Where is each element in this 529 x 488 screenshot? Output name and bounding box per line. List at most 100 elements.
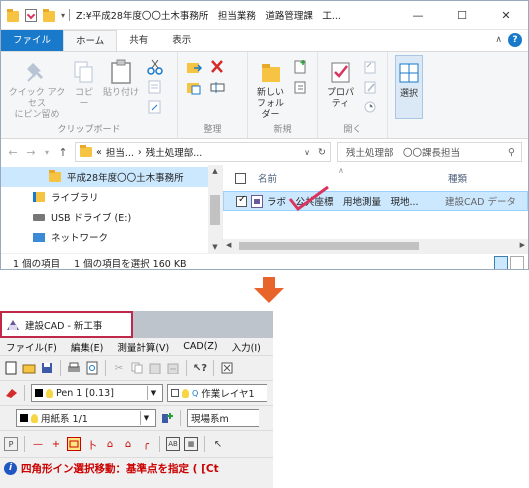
- close-button[interactable]: ✕: [484, 1, 528, 30]
- tab-share[interactable]: 共有: [117, 30, 160, 51]
- menu-file[interactable]: ファイル(F): [6, 340, 57, 354]
- nav-item-network[interactable]: ネットワーク: [1, 227, 222, 247]
- up-arrow-icon[interactable]: ↑: [57, 146, 69, 159]
- nav-scrollbar[interactable]: ▲ ▼: [208, 165, 222, 253]
- menu-input[interactable]: 入力(I): [232, 340, 261, 354]
- menu-edit[interactable]: 編集(E): [71, 340, 103, 354]
- cut-icon[interactable]: ✂: [112, 361, 126, 375]
- coord-select[interactable]: 現場系m: [187, 409, 259, 427]
- close-drawing-icon[interactable]: [220, 361, 234, 375]
- paper-dropdown-icon[interactable]: ▼: [140, 411, 152, 425]
- nav-item-usb[interactable]: USB ドライブ (E:): [1, 207, 222, 227]
- menu-survey[interactable]: 測量計算(V): [117, 340, 169, 354]
- open-folder-icon[interactable]: [22, 361, 36, 375]
- layer-select[interactable]: Q 作業レイヤ1: [167, 384, 267, 402]
- hscroll-left-icon[interactable]: ◀: [226, 241, 231, 249]
- recent-dropdown-icon[interactable]: ▾: [43, 148, 51, 157]
- shape-icon[interactable]: ⌂: [103, 437, 117, 451]
- new-document-icon[interactable]: [4, 361, 18, 375]
- maximize-button[interactable]: ☐: [440, 1, 484, 30]
- new-folder-quick-icon[interactable]: [43, 8, 55, 22]
- nav-scroll-thumb[interactable]: [210, 195, 220, 225]
- dimension-icon[interactable]: 卜: [85, 437, 99, 452]
- paste-special-icon[interactable]: [166, 361, 180, 375]
- cut-icon[interactable]: [146, 59, 164, 75]
- column-name[interactable]: 名前: [258, 171, 448, 185]
- paste-icon[interactable]: [148, 361, 162, 375]
- file-list-hscroll[interactable]: ◀ ▶: [223, 239, 528, 253]
- pen-dropdown-icon[interactable]: ▼: [147, 386, 159, 400]
- customize-toolbar-icon[interactable]: ▾: [61, 11, 65, 20]
- menu-cad[interactable]: CAD(Z): [183, 341, 217, 352]
- toolbar-separator: [180, 410, 181, 426]
- address-dropdown-icon[interactable]: ∨: [304, 148, 310, 157]
- details-view-icon[interactable]: [494, 256, 508, 269]
- navigation-pane: 平成28年度〇〇土木事務所 ライブラリ USB ドライブ (E:) ネットワーク…: [1, 165, 223, 253]
- rename-icon[interactable]: [209, 79, 227, 95]
- copy-icon[interactable]: [130, 361, 144, 375]
- history-icon[interactable]: [362, 99, 380, 115]
- search-box[interactable]: 残土処理部 〇〇課長担当 ⚲: [337, 142, 522, 162]
- line-tick-icon[interactable]: +: [49, 437, 63, 451]
- paste-label: 貼り付け: [102, 88, 139, 98]
- line-icon[interactable]: —: [31, 437, 45, 451]
- pointer-icon[interactable]: ↖: [211, 437, 225, 451]
- add-paper-icon[interactable]: [160, 411, 174, 425]
- breadcrumb-separator: ›: [137, 146, 142, 158]
- back-arrow-icon[interactable]: ←: [7, 146, 19, 159]
- breadcrumb-2[interactable]: 残土処理部...: [146, 145, 203, 159]
- print-preview-icon[interactable]: [85, 361, 99, 375]
- minimize-button[interactable]: —: [396, 1, 440, 30]
- paper-select[interactable]: 用紙系 1/1 ▼: [16, 409, 156, 427]
- column-type[interactable]: 種類: [448, 171, 467, 185]
- copy-to-icon[interactable]: [185, 79, 203, 95]
- layer-checkbox[interactable]: [171, 389, 179, 397]
- help-pointer-icon[interactable]: ↖?: [193, 361, 207, 375]
- delete-icon[interactable]: [209, 59, 227, 75]
- select-all-checkbox[interactable]: [235, 172, 246, 184]
- breadcrumb-1[interactable]: 担当...: [106, 145, 134, 159]
- large-icons-view-icon[interactable]: [510, 256, 524, 269]
- save-icon[interactable]: [40, 361, 54, 375]
- nav-item-libraries-label: ライブラリ: [51, 193, 99, 204]
- eraser-icon[interactable]: [4, 386, 18, 400]
- rect-icon[interactable]: [67, 437, 81, 451]
- snap-icon[interactable]: P: [4, 437, 18, 451]
- forward-arrow-icon[interactable]: →: [25, 146, 37, 159]
- help-icon[interactable]: ?: [508, 33, 522, 47]
- file-checkbox[interactable]: [236, 194, 247, 207]
- paste-shortcut-icon[interactable]: [146, 99, 164, 115]
- refresh-icon[interactable]: ↻: [318, 147, 326, 158]
- print-icon[interactable]: [67, 361, 81, 375]
- toolbar-separator: [60, 360, 61, 376]
- polygon-icon[interactable]: ⌂: [121, 437, 135, 451]
- new-folder-icon: [258, 59, 284, 85]
- file-row[interactable]: ラボ 公共座標 用地測量 現地... 建設CAD データ: [223, 191, 528, 211]
- tab-view[interactable]: 表示: [160, 30, 203, 51]
- table-icon[interactable]: ▦: [184, 437, 198, 451]
- easy-access-icon[interactable]: [292, 79, 310, 95]
- address-bar[interactable]: « 担当... › 残土処理部... ∨ ↻: [75, 142, 331, 162]
- nav-item-libraries[interactable]: ライブラリ: [1, 187, 222, 207]
- explorer-body: 平成28年度〇〇土木事務所 ライブラリ USB ドライブ (E:) ネットワーク…: [1, 165, 528, 253]
- nav-scroll-down-icon[interactable]: ▼: [208, 243, 222, 251]
- open-icon[interactable]: [362, 59, 380, 75]
- move-to-icon[interactable]: [185, 59, 203, 75]
- arc-icon[interactable]: ╭: [139, 437, 153, 451]
- nav-item-folder[interactable]: 平成28年度〇〇土木事務所: [1, 167, 222, 187]
- pen-select[interactable]: Pen 1 [0.13] ▼: [31, 384, 163, 402]
- text-insert-icon[interactable]: AB: [166, 437, 180, 451]
- hscroll-right-icon[interactable]: ▶: [520, 241, 525, 249]
- collapse-ribbon-icon[interactable]: ∧: [495, 35, 502, 45]
- hscroll-thumb[interactable]: [239, 242, 419, 250]
- tab-file[interactable]: ファイル: [1, 30, 64, 51]
- cad-window-title: 建設CAD - 新工事: [25, 320, 103, 332]
- edit-icon[interactable]: [362, 79, 380, 95]
- copy-path-icon[interactable]: [146, 79, 164, 95]
- select-button[interactable]: 選択: [395, 55, 423, 119]
- nav-scroll-up-icon[interactable]: ▲: [208, 167, 222, 175]
- item-count: 1 個の項目: [13, 258, 61, 270]
- properties-quick-icon[interactable]: [25, 8, 37, 22]
- new-item-icon[interactable]: [292, 59, 310, 75]
- tab-home[interactable]: ホーム: [63, 30, 118, 51]
